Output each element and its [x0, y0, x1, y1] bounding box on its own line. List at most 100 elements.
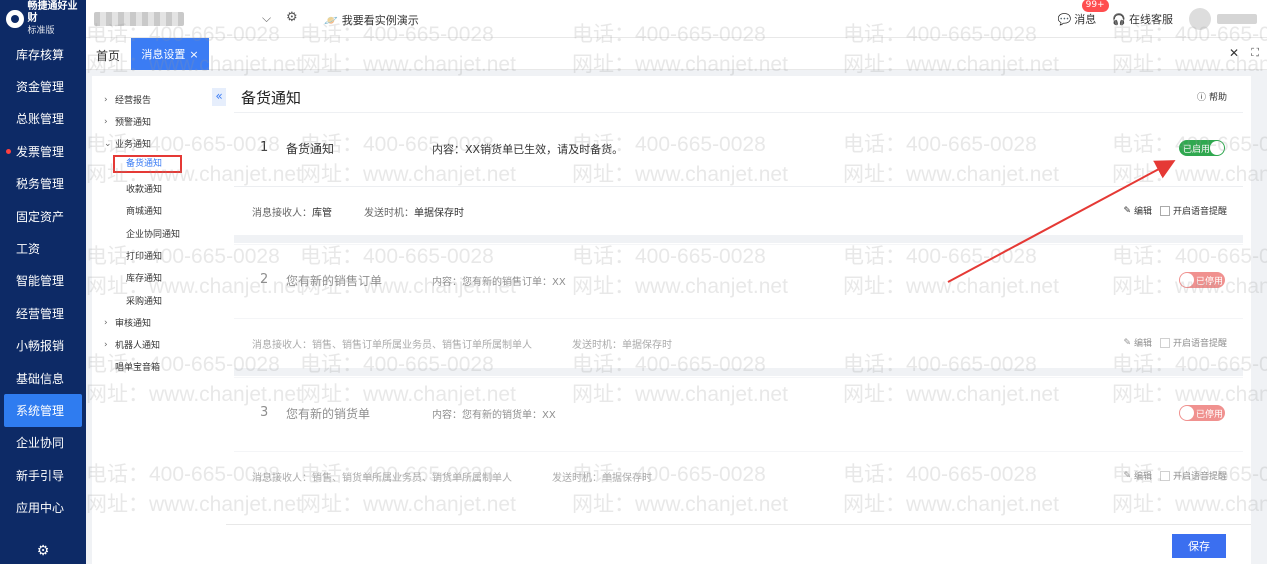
send-time-label: 发送时机： [552, 473, 602, 484]
help-link[interactable]: ⓘ 帮助 [1197, 90, 1227, 103]
notice-card: 2 您有新的销售订单 内容：您有新的销售订单：XX 已停用 消息接收人：销售、销… [234, 244, 1243, 367]
send-time: 发送时机：单据保存时 [552, 469, 652, 484]
nav-item[interactable]: 智能管理 [0, 265, 86, 297]
user-name-blurred [1217, 14, 1257, 24]
card-content: 内容：您有新的销货单：XX [432, 410, 556, 421]
card-content: 内容：XX销货单已生效，请及时备货。 [432, 143, 624, 156]
gear-icon[interactable]: ⚙ [286, 10, 298, 25]
nav-item[interactable]: 总账管理 [0, 103, 86, 135]
page-title: 备货通知 [241, 89, 302, 107]
tab-bar: 首页 消息设置 × ✕ ⛶ [86, 38, 1267, 70]
avatar [1189, 8, 1211, 30]
voice-reminder-checkbox[interactable]: 开启语音提醒 [1159, 469, 1227, 482]
card-number: 3 [260, 405, 269, 420]
nav-item[interactable]: 应用中心 [0, 491, 86, 523]
nav-item[interactable]: 固定资产 [0, 200, 86, 232]
voice-reminder-checkbox[interactable]: 开启语音提醒 [1159, 336, 1227, 349]
tree-item-stock-notice[interactable]: 备货通知 [113, 155, 182, 173]
nav-item[interactable]: 企业协同 [0, 427, 86, 459]
recipients-label: 消息接收人： [252, 473, 312, 484]
nav-item[interactable]: 基础信息 [0, 362, 86, 394]
tree-group-label: 经营报告 [115, 96, 152, 106]
message-icon: 💬 [1057, 12, 1072, 26]
collapse-tree-icon[interactable]: « [212, 88, 226, 106]
tab-message-settings[interactable]: 消息设置 × [131, 38, 209, 70]
send-time-value: 单据保存时 [414, 208, 464, 219]
nav-item[interactable]: 新手引导 [0, 459, 86, 491]
edit-icon: ✎ [1123, 337, 1131, 348]
demo-link[interactable]: 🪐 我要看实例演示 [324, 12, 419, 28]
help-label: 帮助 [1208, 93, 1227, 103]
status-toggle[interactable]: 已停用 [1179, 405, 1225, 421]
checkbox[interactable] [1159, 337, 1170, 348]
save-button[interactable]: 保存 [1172, 534, 1226, 558]
tree-item-print-notice[interactable]: 打印通知 [126, 249, 162, 262]
send-time-value: 单据保存时 [622, 340, 672, 351]
recipients: 消息接收人：销售、销售订单所属业务员、销售订单所属制单人 [252, 336, 532, 351]
toggle-knob [1180, 273, 1194, 287]
notice-card: 3 您有新的销货单 内容：您有新的销货单：XX 已停用 消息接收人：销售、销货单… [234, 377, 1243, 500]
tab-label: 消息设置 [141, 48, 186, 61]
user-menu[interactable] [1189, 8, 1257, 30]
chevron-down-icon: ⌄ [104, 138, 112, 149]
tree-item-inventory-notice[interactable]: 库存通知 [126, 271, 162, 284]
tree-item-collab-notice[interactable]: 企业协同通知 [126, 227, 180, 240]
nav-item[interactable]: 小畅报销 [0, 330, 86, 362]
recipients-label: 消息接收人： [252, 208, 312, 219]
notice-card: 1 备货通知 内容：XX销货单已生效，请及时备货。 已启用 消息接收人：库管 发… [234, 112, 1243, 235]
nav-item[interactable]: 系统管理 [4, 394, 82, 427]
tab-close-icon[interactable]: × [189, 48, 198, 61]
voice-reminder-checkbox[interactable]: 开启语音提醒 [1159, 204, 1227, 217]
tree-group-business[interactable]: ⌄ 业务通知 [104, 137, 152, 151]
settings-gear-icon[interactable]: ⚙ [0, 538, 86, 564]
left-nav: 畅捷通好业财 标准版 库存核算 资金管理 总账管理 发票管理 税务管理 固定资产 工资 智能管… [0, 0, 86, 564]
send-time: 发送时机：单据保存时 [364, 204, 464, 219]
card-name: 您有新的销货单 [286, 407, 371, 421]
nav-item[interactable]: 税务管理 [0, 168, 86, 200]
message-count-badge: 99+ [1081, 0, 1109, 12]
status-toggle[interactable]: 已停用 [1179, 272, 1225, 288]
tab-home[interactable]: 首页 [96, 47, 120, 64]
fullscreen-icon[interactable]: ⛶ [1251, 46, 1259, 60]
status-label: 已启用 [1183, 144, 1211, 155]
edit-button[interactable]: ✎ 编辑 [1123, 336, 1152, 350]
edit-button[interactable]: ✎ 编辑 [1123, 204, 1152, 218]
org-selector-blurred[interactable] [94, 12, 184, 26]
tree-item-speaker[interactable]: 唱单宝音箱 [115, 360, 160, 373]
tree-item-mall-notice[interactable]: 商城通知 [126, 204, 162, 217]
checkbox[interactable] [1159, 470, 1170, 481]
tree-group-warning[interactable]: › 预警通知 [104, 115, 151, 129]
recipients: 消息接收人：销售、销货单所属业务员、销货单所属制单人 [252, 469, 512, 484]
status-toggle[interactable]: 已启用 [1179, 140, 1225, 156]
checkbox[interactable] [1159, 205, 1170, 216]
brand[interactable]: 畅捷通好业财 标准版 [0, 0, 86, 38]
voice-label: 开启语音提醒 [1172, 339, 1227, 349]
send-time-value: 单据保存时 [602, 473, 652, 484]
card-number: 1 [260, 140, 269, 155]
card-number: 2 [260, 272, 269, 287]
nav-item[interactable]: 资金管理 [0, 70, 86, 102]
tree-group-business-report[interactable]: › 经营报告 [104, 93, 152, 107]
nav-item[interactable]: 发票管理 [0, 135, 86, 167]
close-icon[interactable]: ✕ [1229, 46, 1239, 60]
tree-group-audit[interactable]: › 审核通知 [104, 316, 151, 330]
chevron-right-icon: › [104, 94, 108, 105]
chevron-down-icon[interactable]: ⌵ [262, 11, 271, 26]
chevron-right-icon: › [104, 339, 108, 350]
edit-icon: ✎ [1123, 205, 1131, 216]
voice-label: 开启语音提醒 [1172, 472, 1227, 482]
nav-item[interactable]: 经营管理 [0, 297, 86, 329]
online-service-button[interactable]: 🎧 在线客服 [1112, 11, 1173, 27]
edit-button[interactable]: ✎ 编辑 [1123, 469, 1152, 483]
send-time: 发送时机：单据保存时 [572, 336, 672, 351]
messages-button[interactable]: 💬 消息 99+ [1057, 0, 1109, 27]
nav-item[interactable]: 工资 [0, 232, 86, 264]
tree-group-robot[interactable]: › 机器人通知 [104, 338, 160, 352]
service-label: 在线客服 [1129, 13, 1173, 26]
nav-item[interactable]: 库存核算 [0, 38, 86, 70]
tree-item-purchase-notice[interactable]: 采购通知 [126, 294, 162, 307]
tree-item-receipt-notice[interactable]: 收款通知 [126, 182, 162, 195]
edit-label: 编辑 [1133, 207, 1152, 217]
tree-group-label: 业务通知 [115, 140, 152, 150]
card-name: 备货通知 [286, 142, 335, 156]
